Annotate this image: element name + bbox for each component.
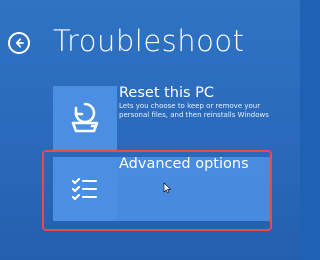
reset-pc-icon xyxy=(71,102,99,133)
checklist-icon xyxy=(71,177,98,201)
back-button[interactable] xyxy=(8,32,30,54)
reset-this-pc-title: Reset this PC xyxy=(119,85,215,101)
reset-this-pc-content: Reset this PC Lets you choose to keep or… xyxy=(119,85,271,150)
reset-this-pc-option[interactable]: Reset this PC Lets you choose to keep or… xyxy=(53,85,271,150)
mouse-cursor-icon xyxy=(163,182,171,194)
page-title: Troubleshoot xyxy=(53,24,245,58)
advanced-options-option[interactable]: Advanced options xyxy=(53,156,271,221)
reset-pc-tile xyxy=(53,86,117,150)
reset-this-pc-description: Lets you choose to keep or remove your p… xyxy=(119,102,269,119)
advanced-options-tile xyxy=(53,157,117,221)
advanced-options-title: Advanced options xyxy=(119,156,249,172)
advanced-options-content: Advanced options xyxy=(119,156,271,221)
troubleshoot-screen: Troubleshoot Reset this PC Lets you choo… xyxy=(0,0,300,260)
back-arrow-circle-icon xyxy=(15,38,24,48)
